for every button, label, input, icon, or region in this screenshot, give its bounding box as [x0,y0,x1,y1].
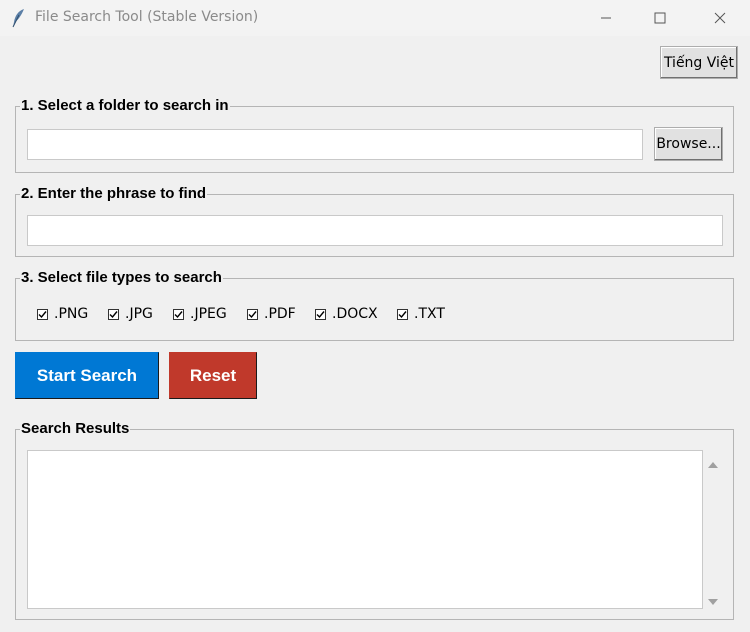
filetype-checkbox-pdf[interactable]: .PDF [247,306,296,322]
scroll-down-arrow-icon[interactable] [708,593,718,611]
filetype-section-legend: 3. Select file types to search [21,269,222,286]
checkbox-check-icon [37,308,48,320]
start-search-button[interactable]: Start Search [15,352,159,399]
filetype-checkbox-jpg[interactable]: .JPG [108,306,153,322]
folder-section-legend: 1. Select a folder to search in [21,97,229,114]
results-section-legend: Search Results [21,420,130,437]
checkbox-check-icon [108,308,119,320]
filetype-label: .JPG [125,306,153,322]
close-button[interactable] [697,0,743,36]
minimize-icon [601,17,611,19]
search-results-textarea[interactable] [27,450,703,609]
filetype-label: .PNG [54,306,89,322]
filetype-checkbox-jpeg[interactable]: .JPEG [173,306,227,322]
minimize-button[interactable] [583,0,629,36]
filetype-label: .TXT [414,306,445,322]
reset-button[interactable]: Reset [169,352,257,399]
checkbox-check-icon [247,308,258,320]
title-bar: File Search Tool (Stable Version) [0,0,750,36]
close-icon [714,12,726,24]
phrase-section-legend: 2. Enter the phrase to find [21,185,207,202]
search-phrase-input[interactable] [27,215,723,246]
maximize-button[interactable] [637,0,683,36]
checkbox-check-icon [315,308,326,320]
window-title: File Search Tool (Stable Version) [35,9,259,25]
checkbox-check-icon [397,308,408,320]
browse-button[interactable]: Browse... [654,127,723,161]
feather-icon [10,8,28,28]
filetype-label: .PDF [264,306,296,322]
scroll-up-arrow-icon[interactable] [708,456,718,474]
results-scrollbar[interactable] [703,450,723,609]
filetype-label: .DOCX [332,306,378,322]
filetype-checkbox-docx[interactable]: .DOCX [315,306,378,322]
filetype-checkbox-txt[interactable]: .TXT [397,306,445,322]
filetype-label: .JPEG [190,306,227,322]
folder-path-input[interactable] [27,129,643,160]
maximize-icon [654,12,666,24]
checkbox-check-icon [173,308,184,320]
filetype-checkbox-png[interactable]: .PNG [37,306,88,322]
language-toggle-button[interactable]: Tiếng Việt [660,46,738,79]
